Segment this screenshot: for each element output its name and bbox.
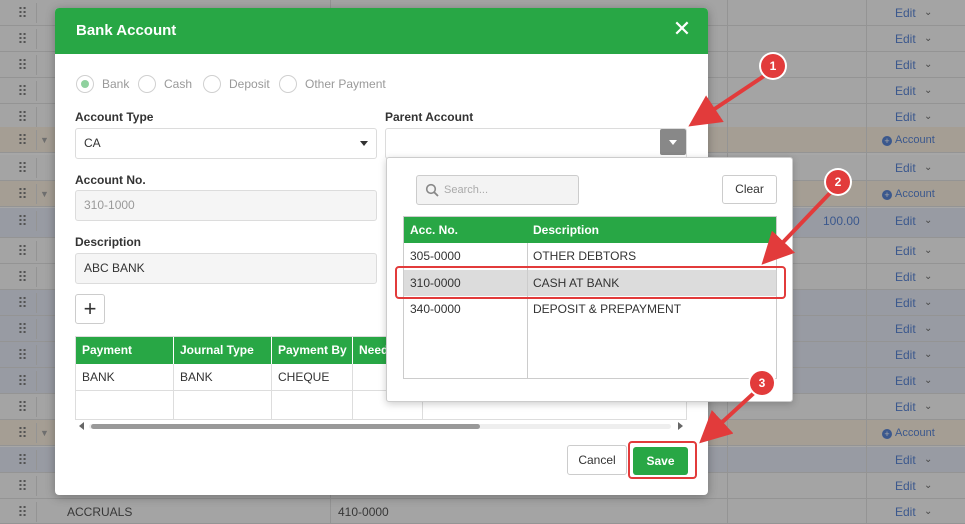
radio-other-payment[interactable]: Other Payment [279,74,386,94]
modal-title: Bank Account [76,22,177,39]
table-cell[interactable]: BANK [174,364,272,391]
table-cell[interactable]: CHEQUE [272,364,353,391]
step-badge-3: 3 [750,371,774,395]
scroll-left-icon[interactable] [79,422,84,430]
table-cell[interactable] [76,391,174,419]
radio-bank[interactable]: Bank [76,74,129,94]
column-header: Journal Type [174,337,272,364]
column-header: Payment Method [76,337,174,384]
caret-down-icon [360,141,368,146]
table-cell[interactable] [174,391,272,419]
parent-account-label: Parent Account [385,110,474,124]
modal-header: Bank Account ✕ [55,8,708,54]
step-badge-2: 2 [826,170,850,194]
column-header: Description [527,217,776,243]
radio-button[interactable] [76,75,94,93]
account-type-label: Account Type [75,110,154,124]
step-badge-1: 1 [761,54,785,78]
column-header: Payment By [272,337,353,364]
radio-button[interactable] [279,75,297,93]
description-field[interactable]: ABC BANK [75,253,377,284]
table-cell[interactable] [272,391,353,419]
clear-button[interactable]: Clear [722,175,777,204]
radio-button[interactable] [138,75,156,93]
horizontal-scrollbar[interactable] [75,420,687,432]
search-icon [425,183,439,197]
cancel-button[interactable]: Cancel [567,445,627,475]
scroll-right-icon[interactable] [678,422,683,430]
account-type-select[interactable]: CA [75,128,377,159]
column-divider [527,243,528,378]
account-no-label: Account No. [75,173,146,187]
parent-account-select[interactable] [385,128,687,159]
table-cell[interactable]: BANK [76,364,174,391]
radio-cash[interactable]: Cash [138,74,192,94]
column-header: Acc. No. [404,217,527,243]
scroll-thumb[interactable] [91,424,480,429]
radio-deposit[interactable]: Deposit [203,74,270,94]
highlight-box [628,441,697,479]
description-label: Description [75,235,142,249]
radio-button[interactable] [203,75,221,93]
highlight-box [395,266,786,299]
account-no-field[interactable]: 310-1000 [75,190,377,221]
dropdown-search-input[interactable]: Search... [416,175,579,205]
add-row-button[interactable]: + [75,294,105,324]
close-icon[interactable]: ✕ [672,18,692,40]
parent-account-dropdown-button[interactable] [660,129,686,155]
list-item[interactable]: 340-0000 DEPOSIT & PREPAYMENT [404,296,776,322]
